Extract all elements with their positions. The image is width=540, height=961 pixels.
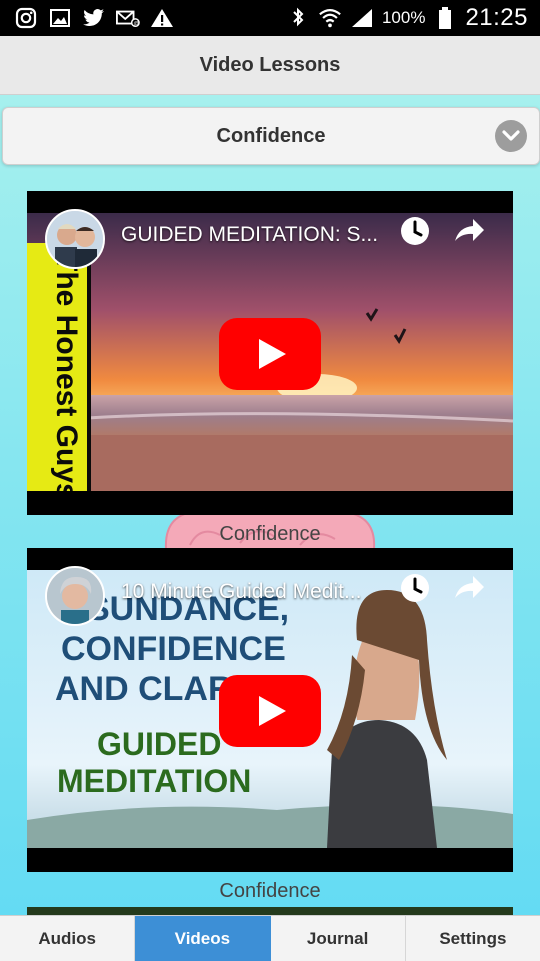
play-button[interactable]: [219, 318, 321, 390]
chevron-down-icon[interactable]: [495, 120, 527, 152]
image-icon: [48, 6, 72, 30]
page-title: Video Lessons: [199, 53, 341, 76]
share-icon[interactable]: [451, 570, 487, 606]
video-card[interactable]: The Honest Guys GUIDED MEDITATION: S...: [27, 191, 513, 515]
thumbnail-text-line: MEDITATION: [57, 763, 251, 799]
thumbnail-brand-text: The Honest Guys: [50, 253, 83, 491]
watch-later-icon[interactable]: [397, 570, 433, 606]
channel-avatar[interactable]: [45, 209, 105, 269]
wifi-icon: [318, 6, 342, 30]
battery-percent: 100%: [381, 8, 426, 27]
status-bar: @ 100% 21:25: [0, 0, 540, 36]
svg-text:@: @: [134, 21, 140, 27]
mail-icon: @: [116, 6, 140, 30]
video-card[interactable]: SUNDANCE, CONFIDENCE AND CLARITY GUIDED …: [27, 548, 513, 872]
app-header: Video Lessons: [0, 36, 540, 95]
bottom-tab-bar: Audios Videos Journal Settings: [0, 915, 540, 961]
watch-later-icon[interactable]: [397, 213, 433, 249]
bluetooth-icon: [286, 6, 310, 30]
video-title[interactable]: GUIDED MEDITATION: S...: [121, 223, 378, 247]
video-title[interactable]: 10 Minute Guided Medit...: [121, 580, 361, 604]
video-card[interactable]: [27, 907, 513, 915]
content-area[interactable]: Confidence The Honest Guys GUIDED MEDITA…: [0, 95, 540, 915]
channel-avatar[interactable]: [45, 566, 105, 626]
signal-icon: [350, 6, 374, 30]
clock: 21:25: [465, 4, 528, 31]
share-icon[interactable]: [451, 213, 487, 249]
thumbnail-text-line: GUIDED: [97, 726, 221, 762]
tab-settings[interactable]: Settings: [406, 916, 540, 961]
instagram-icon: [14, 6, 38, 30]
play-button[interactable]: [219, 675, 321, 747]
category-select-value: Confidence: [216, 124, 326, 147]
twitter-icon: [82, 6, 106, 30]
tab-videos[interactable]: Videos: [135, 916, 271, 961]
tab-audios[interactable]: Audios: [0, 916, 136, 961]
video-caption: Confidence: [219, 523, 321, 545]
category-select[interactable]: Confidence: [2, 107, 540, 165]
thumbnail-text-line: CONFIDENCE: [61, 630, 286, 668]
tab-journal[interactable]: Journal: [271, 916, 406, 961]
battery-icon: [433, 6, 457, 30]
video-caption: Confidence: [219, 880, 321, 902]
warning-icon: [150, 6, 174, 30]
